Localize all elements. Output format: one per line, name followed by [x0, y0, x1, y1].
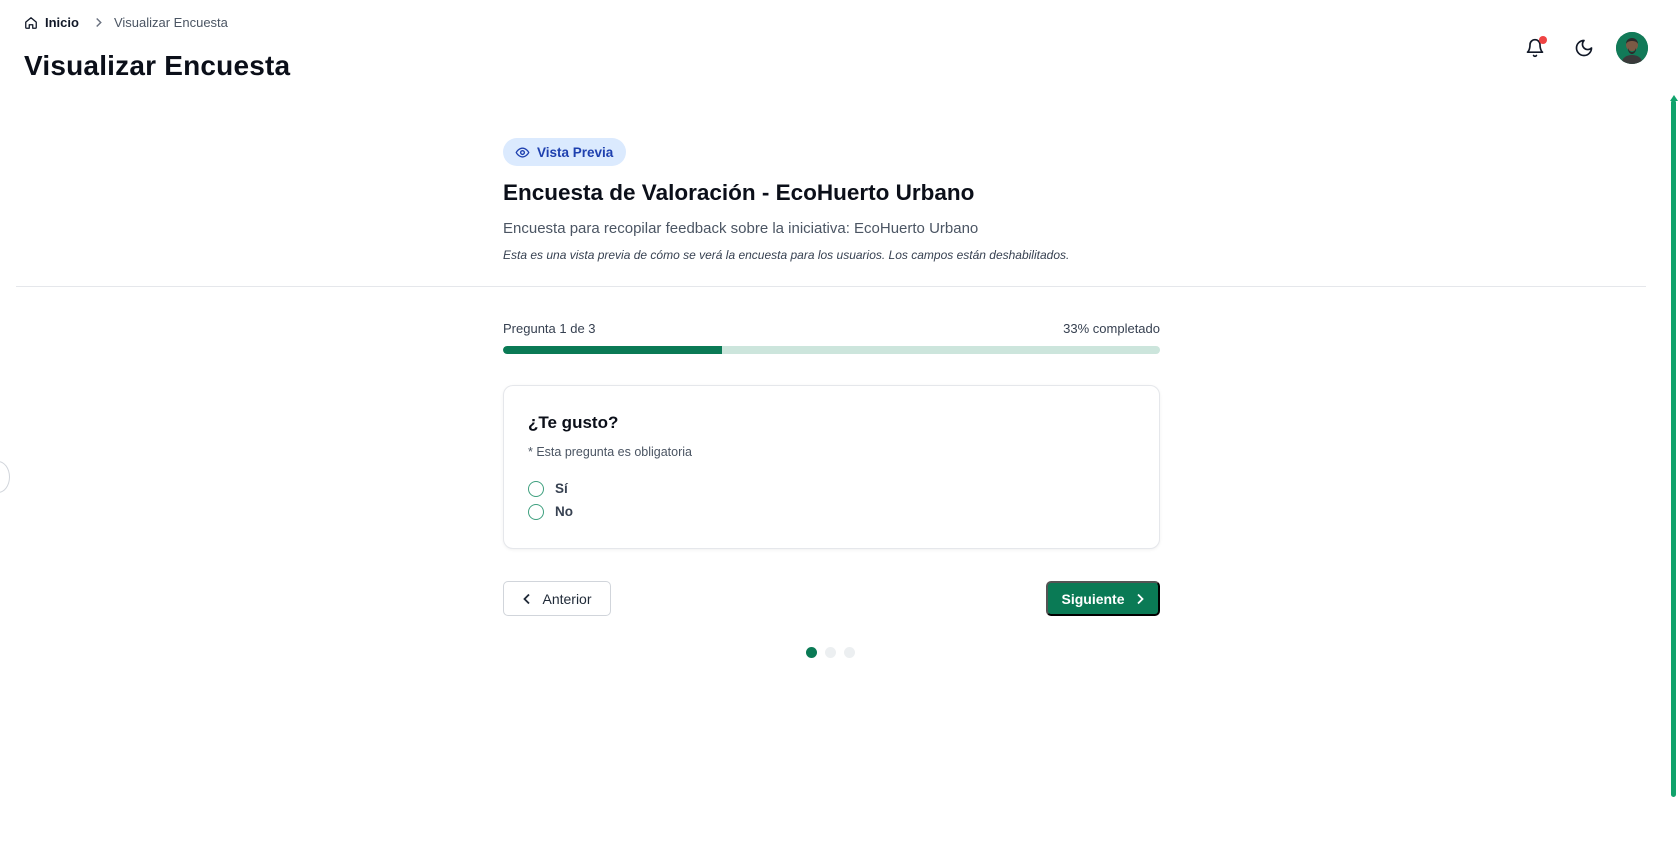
breadcrumb-home-link[interactable]: Inicio: [24, 15, 79, 30]
notifications-button[interactable]: [1525, 36, 1547, 60]
option-no[interactable]: No: [528, 500, 1135, 523]
preview-badge-label: Vista Previa: [537, 144, 614, 160]
option-label: Sí: [555, 481, 568, 496]
progress-percent: 33% completado: [1063, 321, 1160, 336]
question-required-note: * Esta pregunta es obligatoria: [528, 445, 692, 459]
eye-icon: [515, 146, 530, 158]
chevron-right-icon: [1136, 593, 1144, 604]
next-button[interactable]: Siguiente: [1046, 581, 1160, 616]
preview-note: Esta es una vista previa de cómo se verá…: [503, 248, 1070, 262]
progress-bar-fill: [503, 346, 722, 354]
page-title: Visualizar Encuesta: [24, 50, 291, 81]
option-si[interactable]: Sí: [528, 477, 1135, 500]
next-button-label: Siguiente: [1061, 590, 1125, 607]
question-counter: Pregunta 1 de 3: [503, 321, 596, 336]
question-text: ¿Te gusto?: [528, 413, 619, 432]
user-avatar-icon: [1616, 32, 1648, 64]
survey-title: Encuesta de Valoración - EcoHuerto Urban…: [503, 180, 975, 205]
avatar[interactable]: [1616, 32, 1648, 64]
progress-section: Pregunta 1 de 3 33% completado: [503, 321, 1160, 354]
progress-bar: [503, 346, 1160, 354]
chevron-left-icon: [523, 593, 531, 604]
previous-button[interactable]: Anterior: [503, 581, 611, 616]
option-label: No: [555, 504, 573, 519]
radio-no[interactable]: [528, 503, 544, 520]
survey-description: Encuesta para recopilar feedback sobre l…: [503, 220, 979, 237]
theme-toggle-button[interactable]: [1574, 38, 1596, 60]
step-dot[interactable]: [825, 647, 836, 658]
previous-button-label: Anterior: [542, 590, 592, 607]
home-icon: [25, 16, 37, 29]
step-dot[interactable]: [844, 647, 855, 658]
breadcrumb-current: Visualizar Encuesta: [113, 15, 228, 30]
scrollbar-thumb[interactable]: [1671, 100, 1676, 797]
preview-badge: Vista Previa: [503, 138, 627, 166]
question-card: ¿Te gusto? * Esta pregunta es obligatori…: [503, 385, 1160, 549]
survey-header: Vista Previa Encuesta de Valoración - Ec…: [503, 138, 1163, 262]
breadcrumb-home-label: Inicio: [45, 15, 79, 30]
moon-icon: [1575, 39, 1593, 57]
radio-si[interactable]: [528, 480, 544, 497]
sidebar-toggle-handle[interactable]: [0, 461, 10, 493]
step-indicator: [806, 647, 855, 658]
options-list: Sí No: [528, 477, 1135, 523]
chevron-right-icon: [94, 17, 103, 28]
breadcrumb: Inicio Visualizar Encuesta: [24, 15, 228, 30]
step-dot[interactable]: [806, 647, 817, 658]
notification-dot: [1539, 36, 1547, 44]
section-divider: [16, 286, 1646, 287]
